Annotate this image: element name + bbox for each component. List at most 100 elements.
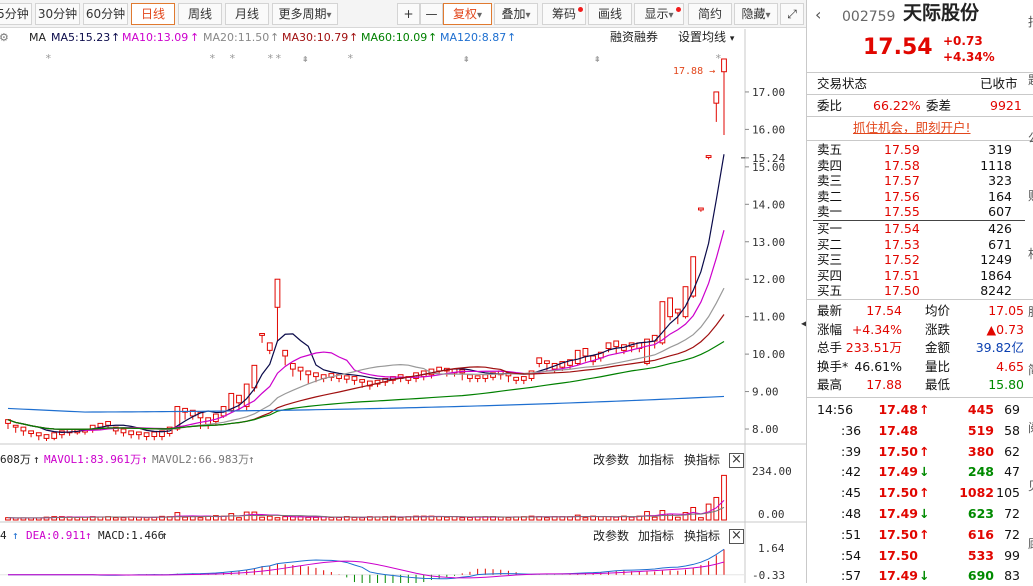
- period-week[interactable]: 周线: [178, 3, 222, 25]
- side-tab[interactable]: 相: [1028, 247, 1033, 261]
- volume-param-button[interactable]: 改参数: [593, 453, 629, 467]
- candle-body: [313, 372, 319, 378]
- macd-param-button[interactable]: 改参数: [593, 529, 629, 543]
- notification-dot-icon: [676, 7, 681, 12]
- macd-lead-label: 4: [0, 529, 7, 542]
- volume-bar: [544, 517, 550, 521]
- volume-add-indicator-button[interactable]: 加指标: [638, 453, 674, 467]
- price-tick-label: 11.00: [752, 311, 785, 324]
- macd-switch-indicator-button[interactable]: 换指标: [684, 529, 720, 543]
- volume-bar: [197, 517, 204, 521]
- sell-level-label: 卖四: [817, 157, 843, 173]
- up-arrow-icon: ↑: [190, 31, 200, 44]
- side-tab[interactable]: 题: [1028, 73, 1033, 87]
- display-button[interactable]: 显示▾: [634, 3, 684, 25]
- tick-row: :39 17.50 ↑ 380 62: [807, 442, 1033, 461]
- volume-bar: [274, 517, 281, 521]
- mavol2-value: MAVOL2:66.983万: [152, 453, 250, 466]
- sell-order-row: 卖一 17.55 607: [807, 204, 1033, 220]
- side-tab[interactable]: 公: [1028, 131, 1033, 145]
- price-tick-label: 10.00: [752, 348, 785, 361]
- period-5min[interactable]: 5分钟: [0, 3, 32, 25]
- period-60min[interactable]: 60分钟: [83, 3, 128, 25]
- sell-level-label: 卖五: [817, 142, 843, 157]
- side-tab[interactable]: 阅: [1028, 421, 1033, 435]
- hide-button[interactable]: 隐藏▾: [734, 3, 778, 25]
- kline-svg: 17.0016.0015.2415.0014.0013.0012.0011.00…: [0, 29, 806, 586]
- arrow-right-icon: →: [709, 66, 716, 77]
- tick-row: :42 17.49 ↓ 248 47: [807, 462, 1033, 481]
- stat-label: 量比: [925, 358, 951, 374]
- set-ma-label: 设置均线: [678, 30, 727, 44]
- volume-label: 608万: [0, 453, 31, 466]
- candle-body: [135, 431, 142, 436]
- weicha-value: 9921: [990, 98, 1022, 113]
- period-day[interactable]: 日线: [131, 3, 175, 25]
- price-tick-label: 13.00: [752, 236, 785, 249]
- stat-value: 17.88: [866, 377, 902, 393]
- up-arrow-icon: ↑: [248, 453, 255, 466]
- simple-mode-button[interactable]: 简约: [688, 3, 732, 25]
- up-arrow-icon: ↑: [428, 31, 438, 44]
- candle-body: [343, 375, 350, 380]
- tick-volume: 380: [967, 443, 994, 459]
- fuquan-button[interactable]: 复权▾: [443, 3, 492, 25]
- event-marker-icon: *: [45, 52, 52, 65]
- candle-body: [674, 308, 681, 314]
- candle-body: [536, 357, 543, 364]
- volume-bar: [236, 517, 242, 521]
- up-arrow-icon: ↑: [12, 529, 19, 542]
- fullscreen-icon[interactable]: ⤢: [780, 3, 804, 25]
- stat-value: ▲0.73: [986, 321, 1024, 337]
- set-ma-button[interactable]: 设置均线 ▾: [678, 30, 734, 46]
- period-month[interactable]: 月线: [225, 3, 269, 25]
- draw-line-button[interactable]: 画线: [588, 3, 632, 25]
- side-tab[interactable]: 见: [1028, 479, 1033, 493]
- candle-body: [659, 301, 666, 344]
- side-tab[interactable]: 股: [1028, 305, 1033, 319]
- side-tab[interactable]: 财: [1028, 189, 1033, 203]
- volume-bar: [336, 516, 342, 521]
- volume-switch-indicator-button[interactable]: 换指标: [684, 453, 720, 467]
- volume-bar: [698, 517, 704, 521]
- open-account-link[interactable]: 抓住机会，即刻开户!: [853, 121, 971, 135]
- buy-level-label: 买一: [817, 221, 843, 236]
- hide-label: 隐藏: [741, 7, 766, 21]
- volume-bar: [613, 516, 620, 521]
- quote-panel: ‹ 002759 天际股份 17.54 +0.73 +4.34% 交易状态 已收…: [806, 0, 1033, 583]
- macd-add-indicator-button[interactable]: 加指标: [638, 529, 674, 543]
- chip-distribution-button[interactable]: 筹码: [542, 3, 586, 25]
- side-tab[interactable]: 顾: [1028, 537, 1033, 551]
- settings-icon[interactable]: ⚙: [0, 31, 9, 45]
- zoom-out-button[interactable]: —: [420, 3, 443, 25]
- buy-level-label: 买二: [817, 236, 843, 252]
- zoom-in-button[interactable]: +: [397, 3, 420, 25]
- weibi-value: 66.22%: [873, 98, 921, 113]
- tick-price: 17.49: [878, 506, 918, 521]
- candle-body: [51, 432, 58, 439]
- volume-bar: [328, 516, 335, 521]
- buy-volume: 426: [988, 221, 1012, 236]
- ma20-value: MA20:11.50: [203, 31, 270, 44]
- more-periods-button[interactable]: 更多周期▾: [272, 3, 338, 25]
- margin-trading-link[interactable]: 融资融券: [610, 30, 658, 44]
- period-30min[interactable]: 30分钟: [35, 3, 80, 25]
- buy-price: 17.54: [884, 221, 920, 236]
- close-icon[interactable]: ×: [729, 453, 744, 468]
- candle-body: [721, 58, 727, 73]
- stock-name: 天际股份: [903, 2, 980, 24]
- side-tab[interactable]: 报: [1028, 15, 1033, 29]
- overlay-button[interactable]: 叠加▾: [494, 3, 538, 25]
- ma5-value: MA5:15.23: [51, 31, 111, 44]
- sell-order-row: 卖二 17.56 164: [807, 189, 1033, 205]
- buy-price: 17.50: [884, 283, 920, 299]
- candle-body: [266, 342, 273, 351]
- overlay-label: 叠加: [501, 7, 526, 21]
- close-icon[interactable]: ×: [729, 529, 744, 544]
- volume-bar: [282, 516, 289, 521]
- stat-value: 233.51万: [845, 340, 902, 356]
- weibi-label: 委比: [817, 98, 843, 113]
- back-arrow-icon[interactable]: ‹: [815, 7, 821, 23]
- sell-level-label: 卖二: [817, 188, 843, 204]
- side-tab[interactable]: 简: [1028, 363, 1033, 377]
